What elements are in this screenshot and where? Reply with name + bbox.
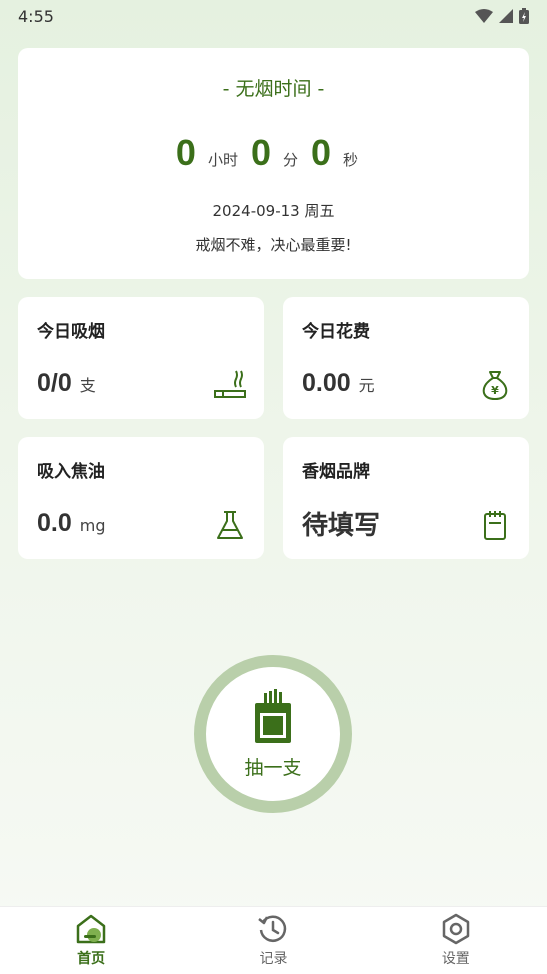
home-icon: [76, 914, 106, 944]
today-cost-value: 0.00: [302, 369, 351, 397]
svg-text:¥: ¥: [491, 384, 499, 397]
nav-label-home: 首页: [77, 951, 106, 967]
today-cost-title: 今日花费: [302, 322, 370, 342]
wifi-icon: [475, 9, 493, 23]
today-smoke-unit: 支: [79, 376, 96, 395]
nav-label-records: 记录: [259, 951, 288, 967]
timer-minutes-unit: 分: [283, 151, 299, 169]
today-smoke-title: 今日吸烟: [37, 322, 105, 342]
nav-label-settings: 设置: [441, 951, 470, 967]
nav-item-records[interactable]: 记录: [213, 913, 333, 968]
brand-title: 香烟品牌: [302, 462, 370, 482]
today-smoke-value: 0/0: [37, 369, 72, 397]
cigarette-pack-icon: [255, 688, 291, 743]
brand-card[interactable]: 香烟品牌 待填写: [283, 437, 529, 559]
bottom-nav: 首页 记录 设置: [0, 906, 547, 974]
history-icon: [258, 915, 287, 942]
flask-icon: [217, 511, 243, 539]
smoke-free-timer-card: - 无烟时间 - 0 小时 0 分 0 秒 2024-09-13 周五 戒烟不难…: [18, 48, 529, 279]
timer-counter: 0 小时 0 分 0 秒: [18, 132, 529, 174]
timer-seconds-unit: 秒: [343, 151, 359, 169]
smoke-one-label: 抽一支: [244, 756, 302, 779]
today-cost-card[interactable]: 今日花费 0.00 元 ¥: [283, 297, 529, 419]
nav-item-settings[interactable]: 设置: [396, 913, 516, 968]
timer-motto: 戒烟不难，决心最重要!: [195, 236, 352, 254]
nav-item-home[interactable]: 首页: [31, 913, 151, 968]
settings-icon: [442, 913, 470, 945]
tar-value: 0.0: [37, 509, 72, 537]
tar-value-group: 0.0 mg: [37, 509, 106, 538]
timer-minutes: 0: [250, 132, 271, 173]
timer-hours: 0: [175, 132, 196, 173]
timer-seconds: 0: [311, 132, 332, 173]
tar-unit: mg: [79, 516, 106, 535]
notepad-icon: [484, 511, 506, 540]
timer-hours-unit: 小时: [207, 151, 238, 169]
status-bar: 4:55: [0, 0, 547, 32]
money-bag-icon: ¥: [482, 371, 508, 401]
brand-value-group: 待填写: [302, 505, 380, 542]
tar-card[interactable]: 吸入焦油 0.0 mg: [18, 437, 264, 559]
cigarette-icon: [214, 370, 246, 398]
timer-title: - 无烟时间 -: [222, 78, 325, 100]
battery-icon: [519, 8, 529, 24]
timer-date: 2024-09-13 周五: [212, 202, 335, 220]
today-cost-unit: 元: [358, 376, 375, 395]
smoke-one-button[interactable]: 抽一支: [194, 655, 352, 813]
tar-title: 吸入焦油: [37, 462, 105, 482]
today-smoke-value-group: 0/0 支: [37, 369, 96, 398]
today-cost-value-group: 0.00 元: [302, 369, 375, 398]
brand-value: 待填写: [302, 511, 381, 541]
status-icons: [475, 8, 529, 24]
signal-icon: [499, 9, 513, 23]
today-smoke-card[interactable]: 今日吸烟 0/0 支: [18, 297, 264, 419]
status-time: 4:55: [18, 6, 54, 26]
